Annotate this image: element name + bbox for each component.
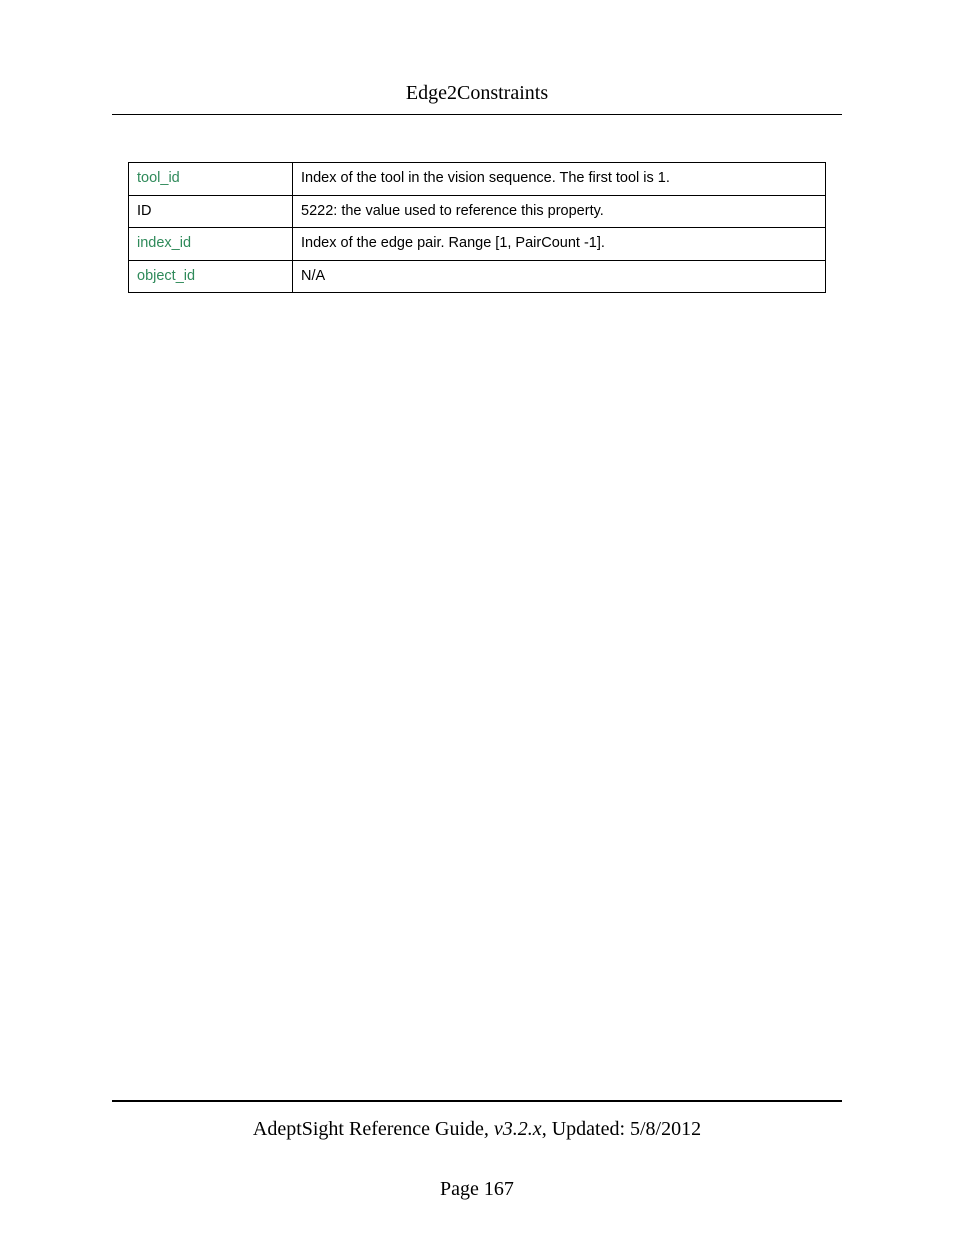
param-text-id: ID	[137, 203, 152, 219]
param-link-tool-id[interactable]: tool_id	[137, 170, 180, 186]
footer-updated: 5/8/2012	[630, 1118, 701, 1140]
param-desc-cell: Index of the tool in the vision sequence…	[293, 163, 826, 196]
param-link-index-id[interactable]: index_id	[137, 235, 191, 251]
param-desc-cell: Index of the edge pair. Range [1, PairCo…	[293, 228, 826, 261]
content-area: tool_id Index of the tool in the vision …	[128, 162, 826, 293]
page-header: Edge2Constraints	[112, 82, 842, 105]
document-page: Edge2Constraints tool_id Index of the to…	[0, 0, 954, 1235]
parameters-table: tool_id Index of the tool in the vision …	[128, 162, 826, 293]
param-name-cell: object_id	[129, 260, 293, 293]
param-desc-cell: N/A	[293, 260, 826, 293]
footer-version: v3.2.x	[494, 1118, 542, 1140]
page-title: Edge2Constraints	[406, 82, 548, 104]
param-desc-cell: 5222: the value used to reference this p…	[293, 195, 826, 228]
table-row: index_id Index of the edge pair. Range […	[129, 228, 826, 261]
footer-updated-prefix: , Updated:	[542, 1118, 630, 1140]
footer-version-prefix: ,	[484, 1118, 494, 1140]
header-divider	[112, 114, 842, 115]
table-row: object_id N/A	[129, 260, 826, 293]
param-name-cell: tool_id	[129, 163, 293, 196]
table-row: ID 5222: the value used to reference thi…	[129, 195, 826, 228]
footer-text: AdeptSight Reference Guide, v3.2.x, Upda…	[112, 1118, 842, 1141]
param-name-cell: ID	[129, 195, 293, 228]
param-name-cell: index_id	[129, 228, 293, 261]
table-row: tool_id Index of the tool in the vision …	[129, 163, 826, 196]
footer-divider	[112, 1100, 842, 1102]
page-number: Page 167	[0, 1178, 954, 1201]
param-link-object-id[interactable]: object_id	[137, 268, 195, 284]
footer-guide-name: AdeptSight Reference Guide	[253, 1118, 484, 1140]
page-number-label: Page 167	[440, 1178, 514, 1200]
